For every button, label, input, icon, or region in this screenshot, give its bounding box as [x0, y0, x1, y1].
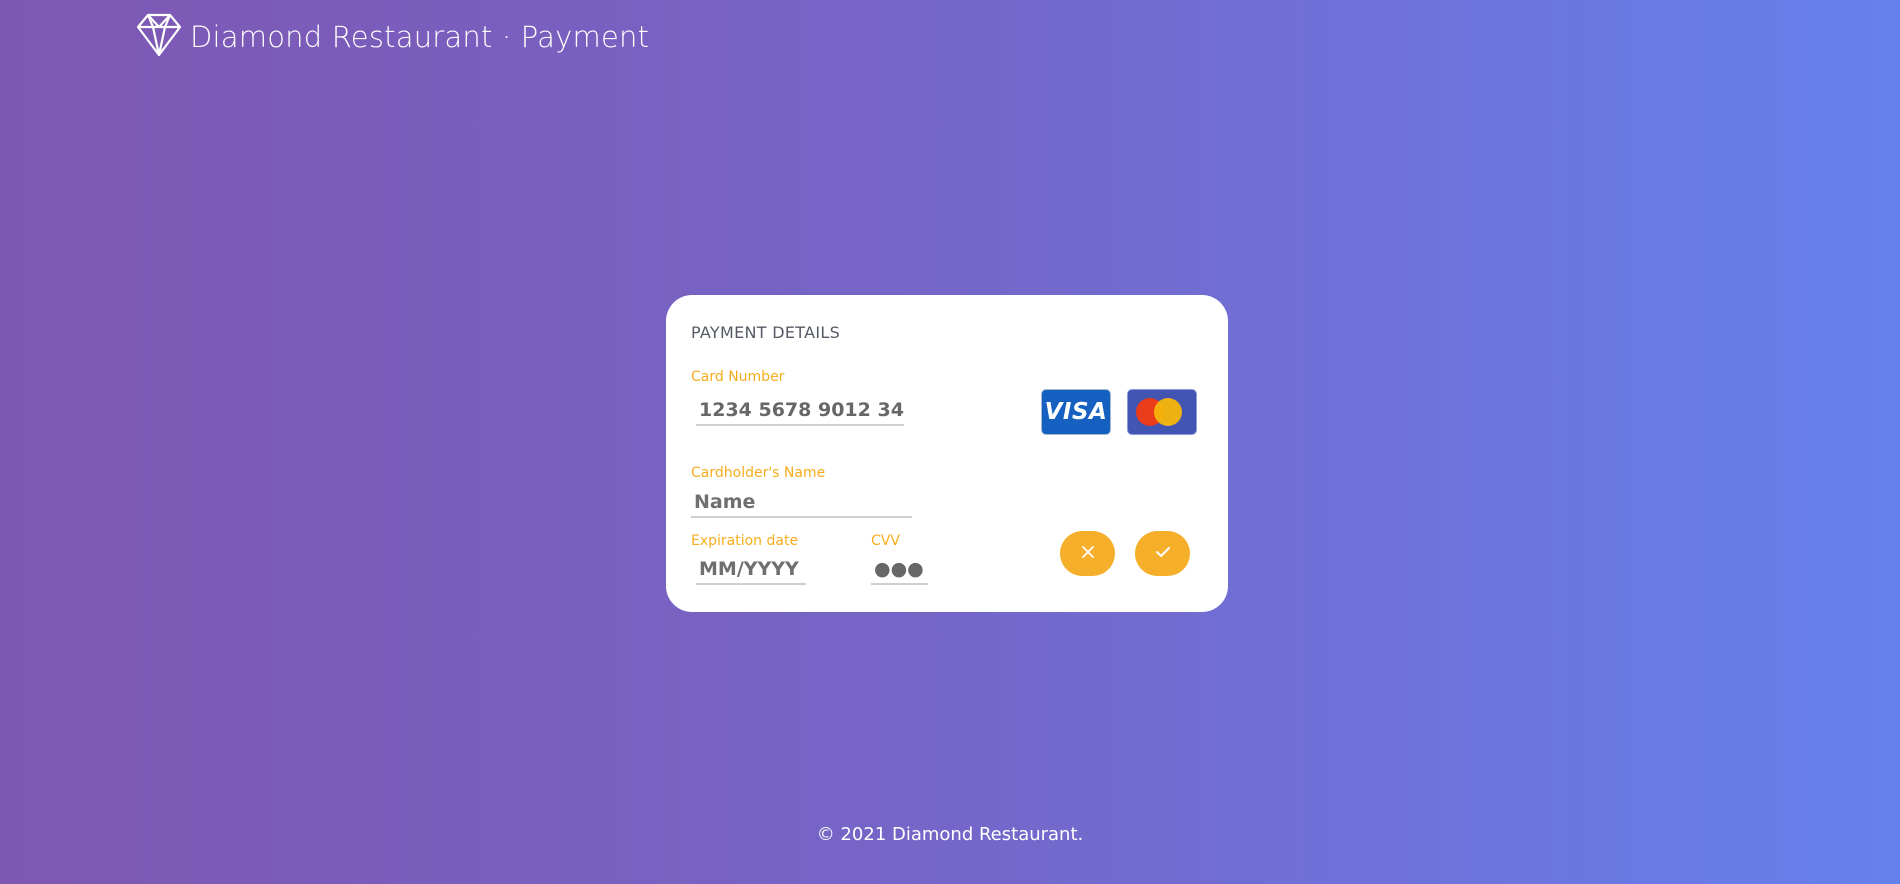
close-icon: [1081, 545, 1095, 562]
cvv-label: CVV: [871, 533, 900, 549]
footer-copyright: © 2021 Diamond Restaurant.: [816, 824, 1084, 845]
page-title: Diamond Restaurant · Payment: [190, 20, 650, 54]
cancel-button[interactable]: [1060, 531, 1115, 576]
diamond-icon: [136, 12, 182, 62]
cardholder-name-label: Cardholder's Name: [691, 465, 826, 481]
expiration-date-input[interactable]: [696, 558, 806, 585]
brand[interactable]: Diamond Restaurant · Payment: [136, 12, 649, 62]
card-number-input[interactable]: [696, 399, 904, 426]
mastercard-icon[interactable]: [1127, 389, 1197, 435]
cardholder-name-input[interactable]: [691, 491, 912, 518]
cvv-input[interactable]: [871, 558, 928, 585]
check-icon: [1155, 545, 1171, 562]
card-number-label: Card Number: [691, 369, 785, 385]
section-title: PAYMENT DETAILS: [691, 323, 841, 342]
visa-logo[interactable]: VISA: [1041, 389, 1111, 435]
expiration-date-label: Expiration date: [691, 533, 799, 549]
confirm-button[interactable]: [1135, 531, 1190, 576]
payment-details-card: PAYMENT DETAILS Card Number VISA Cardhol…: [666, 295, 1228, 612]
